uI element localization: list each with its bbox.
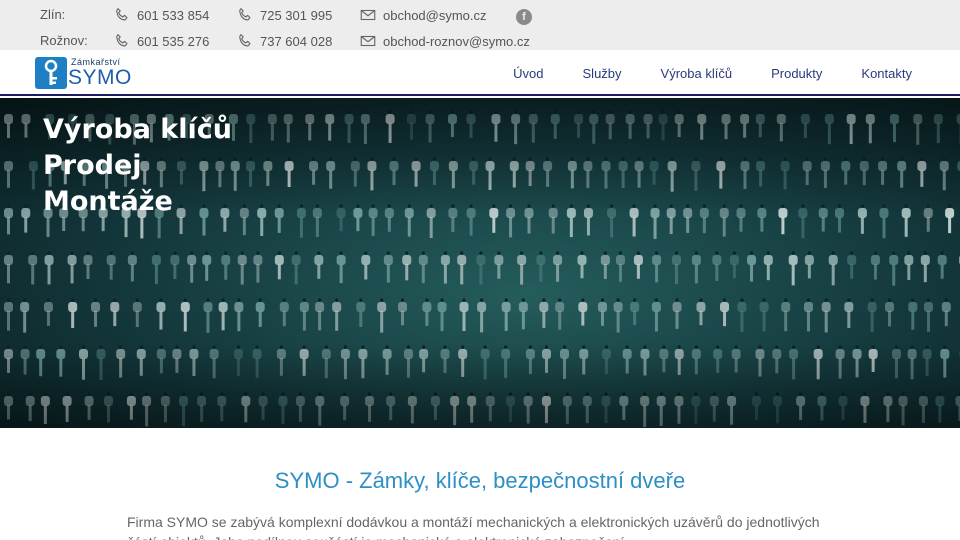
nav-item-kontakty[interactable]: Kontakty	[861, 66, 912, 81]
hero-line: Výroba klíčů	[43, 114, 232, 145]
city-label: Rožnov:	[40, 33, 88, 48]
phone-link[interactable]: 737 604 028	[236, 30, 332, 52]
phone-icon	[113, 32, 131, 50]
nav-item-vyroba-klicu[interactable]: Výroba klíčů	[661, 66, 733, 81]
intro-paragraph: Firma SYMO se zabývá komplexní dodávkou …	[127, 514, 820, 540]
key-logo-icon	[35, 57, 67, 89]
nav-item-uvod[interactable]: Úvod	[513, 66, 543, 81]
hero-line: Montáže	[43, 186, 173, 217]
contact-bar: Zlín: 601 533 854 725 301 995 obchod@sym…	[0, 0, 960, 50]
hero-banner: Výroba klíčů Prodej Montáže	[0, 98, 960, 428]
phone-link[interactable]: 601 533 854	[113, 4, 209, 26]
phone-number: 725 301 995	[260, 7, 333, 23]
email-link[interactable]: obchod-roznov@symo.cz	[359, 30, 530, 52]
envelope-icon	[359, 6, 377, 24]
phone-icon	[113, 6, 131, 24]
envelope-icon	[359, 32, 377, 50]
phone-number: 601 535 276	[137, 33, 210, 49]
main-nav: Úvod Služby Výroba klíčů Produkty Kontak…	[474, 50, 912, 96]
email-address: obchod@symo.cz	[383, 7, 487, 23]
phone-link[interactable]: 725 301 995	[236, 4, 332, 26]
contact-row-zlin: Zlín: 601 533 854 725 301 995 obchod@sym…	[0, 2, 960, 28]
nav-item-sluzby[interactable]: Služby	[583, 66, 622, 81]
phone-number: 737 604 028	[260, 33, 333, 49]
nav-item-produkty[interactable]: Produkty	[771, 66, 822, 81]
city-label: Zlín:	[40, 7, 66, 22]
site-logo[interactable]: Zámkařství SYMO	[35, 57, 135, 91]
site-header: Zámkařství SYMO Úvod Služby Výroba klíčů…	[0, 50, 960, 96]
hero-line: Prodej	[43, 150, 142, 181]
hero-tagline: Výroba klíčů Prodej Montáže	[43, 112, 232, 220]
email-link[interactable]: obchod@symo.cz	[359, 4, 487, 26]
page-title: SYMO - Zámky, klíče, bezpečnostní dveře	[274, 468, 686, 493]
phone-icon	[236, 32, 254, 50]
email-address: obchod-roznov@symo.cz	[383, 33, 530, 49]
logo-title: SYMO	[68, 66, 132, 89]
phone-link[interactable]: 601 535 276	[113, 30, 209, 52]
intro-section: SYMO - Zámky, klíče, bezpečnostní dveře …	[0, 428, 960, 540]
phone-number: 601 533 854	[137, 7, 210, 23]
phone-icon	[236, 6, 254, 24]
facebook-icon[interactable]: f	[516, 9, 532, 25]
